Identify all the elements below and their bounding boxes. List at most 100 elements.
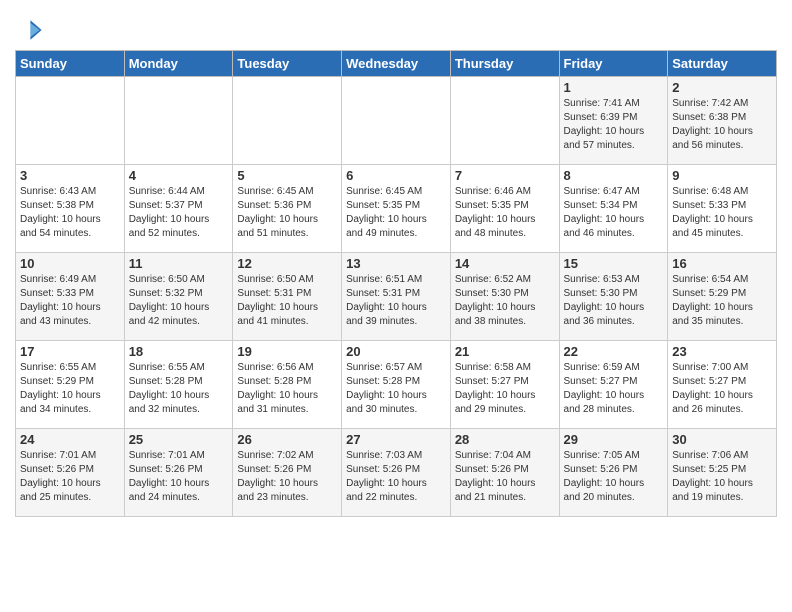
cell-content: Sunrise: 6:59 AMSunset: 5:27 PMDaylight:… [564, 361, 664, 417]
day-number: 12 [237, 256, 337, 271]
calendar-cell [450, 77, 559, 165]
calendar-cell: 20 Sunrise: 6:57 AMSunset: 5:28 PMDayligh… [342, 341, 451, 429]
cell-content: Sunrise: 6:50 AMSunset: 5:32 PMDaylight:… [129, 273, 229, 329]
calendar-cell: 6 Sunrise: 6:45 AMSunset: 5:35 PMDaylight… [342, 165, 451, 253]
calendar-cell: 23Sunrise: 7:00 AMSunset: 5:27 PMDayligh… [668, 341, 777, 429]
calendar-cell: 30 Sunrise: 7:06 AMSunset: 5:25 PMDayligh… [668, 429, 777, 517]
cell-content: Sunrise: 7:41 AMSunset: 6:39 PMDaylight:… [564, 97, 664, 153]
day-number: 10 [20, 256, 120, 271]
calendar-cell: 8 Sunrise: 6:47 AMSunset: 5:34 PMDaylight… [559, 165, 668, 253]
cell-content: Sunrise: 7:06 AMSunset: 5:25 PMDaylight:… [672, 449, 772, 505]
calendar-week-5: 24 Sunrise: 7:01 AMSunset: 5:26 PMDayligh… [16, 429, 777, 517]
cell-content: Sunrise: 6:44 AMSunset: 5:37 PMDaylight:… [129, 185, 229, 241]
calendar-week-3: 10 Sunrise: 6:49 AMSunset: 5:33 PMDayligh… [16, 253, 777, 341]
logo-icon [15, 16, 43, 44]
day-number: 6 [346, 168, 446, 183]
calendar-cell: 24 Sunrise: 7:01 AMSunset: 5:26 PMDayligh… [16, 429, 125, 517]
cell-content: Sunrise: 6:45 AMSunset: 5:36 PMDaylight:… [237, 185, 337, 241]
day-number: 21 [455, 344, 555, 359]
day-number: 15 [564, 256, 664, 271]
calendar-cell: 27Sunrise: 7:03 AMSunset: 5:26 PMDayligh… [342, 429, 451, 517]
calendar-cell [124, 77, 233, 165]
calendar-cell: 19 Sunrise: 6:56 AMSunset: 5:28 PMDayligh… [233, 341, 342, 429]
day-number: 20 [346, 344, 446, 359]
weekday-header-wednesday: Wednesday [342, 51, 451, 77]
logo [15, 16, 47, 44]
calendar-cell: 16 Sunrise: 6:54 AMSunset: 5:29 PMDayligh… [668, 253, 777, 341]
cell-content: Sunrise: 6:55 AMSunset: 5:28 PMDaylight:… [129, 361, 229, 417]
calendar-cell: 17 Sunrise: 6:55 AMSunset: 5:29 PMDayligh… [16, 341, 125, 429]
page-container: SundayMondayTuesdayWednesdayThursdayFrid… [0, 0, 792, 527]
day-number: 26 [237, 432, 337, 447]
day-number: 29 [564, 432, 664, 447]
cell-content: Sunrise: 6:57 AMSunset: 5:28 PMDaylight:… [346, 361, 446, 417]
cell-content: Sunrise: 6:56 AMSunset: 5:28 PMDaylight:… [237, 361, 337, 417]
day-number: 13 [346, 256, 446, 271]
calendar-cell: 21 Sunrise: 6:58 AMSunset: 5:27 PMDayligh… [450, 341, 559, 429]
calendar-table: SundayMondayTuesdayWednesdayThursdayFrid… [15, 50, 777, 517]
calendar-cell: 3Sunrise: 6:43 AMSunset: 5:38 PMDaylight… [16, 165, 125, 253]
cell-content: Sunrise: 7:42 AMSunset: 6:38 PMDaylight:… [672, 97, 772, 153]
day-number: 4 [129, 168, 229, 183]
calendar-cell: 2 Sunrise: 7:42 AMSunset: 6:38 PMDaylight… [668, 77, 777, 165]
day-number: 30 [672, 432, 772, 447]
cell-content: Sunrise: 7:01 AMSunset: 5:26 PMDaylight:… [129, 449, 229, 505]
day-number: 7 [455, 168, 555, 183]
calendar-cell [233, 77, 342, 165]
day-number: 11 [129, 256, 229, 271]
cell-content: Sunrise: 6:51 AMSunset: 5:31 PMDaylight:… [346, 273, 446, 329]
cell-content: Sunrise: 6:47 AMSunset: 5:34 PMDaylight:… [564, 185, 664, 241]
day-number: 18 [129, 344, 229, 359]
cell-content: Sunrise: 6:55 AMSunset: 5:29 PMDaylight:… [20, 361, 120, 417]
cell-content: Sunrise: 6:54 AMSunset: 5:29 PMDaylight:… [672, 273, 772, 329]
day-number: 24 [20, 432, 120, 447]
calendar-cell: 4 Sunrise: 6:44 AMSunset: 5:37 PMDaylight… [124, 165, 233, 253]
calendar-cell: 5Sunrise: 6:45 AMSunset: 5:36 PMDaylight… [233, 165, 342, 253]
cell-content: Sunrise: 6:45 AMSunset: 5:35 PMDaylight:… [346, 185, 446, 241]
cell-content: Sunrise: 7:04 AMSunset: 5:26 PMDaylight:… [455, 449, 555, 505]
calendar-week-2: 3Sunrise: 6:43 AMSunset: 5:38 PMDaylight… [16, 165, 777, 253]
day-number: 19 [237, 344, 337, 359]
cell-content: Sunrise: 7:03 AMSunset: 5:26 PMDaylight:… [346, 449, 446, 505]
day-number: 14 [455, 256, 555, 271]
calendar-cell [16, 77, 125, 165]
day-number: 17 [20, 344, 120, 359]
day-number: 28 [455, 432, 555, 447]
cell-content: Sunrise: 6:50 AMSunset: 5:31 PMDaylight:… [237, 273, 337, 329]
cell-content: Sunrise: 6:52 AMSunset: 5:30 PMDaylight:… [455, 273, 555, 329]
day-number: 2 [672, 80, 772, 95]
cell-content: Sunrise: 6:49 AMSunset: 5:33 PMDaylight:… [20, 273, 120, 329]
calendar-cell: 26 Sunrise: 7:02 AMSunset: 5:26 PMDayligh… [233, 429, 342, 517]
weekday-header-friday: Friday [559, 51, 668, 77]
cell-content: Sunrise: 6:53 AMSunset: 5:30 PMDaylight:… [564, 273, 664, 329]
page-header [15, 10, 777, 44]
calendar-week-4: 17 Sunrise: 6:55 AMSunset: 5:29 PMDayligh… [16, 341, 777, 429]
calendar-cell: 18 Sunrise: 6:55 AMSunset: 5:28 PMDayligh… [124, 341, 233, 429]
day-number: 22 [564, 344, 664, 359]
calendar-cell: 29 Sunrise: 7:05 AMSunset: 5:26 PMDayligh… [559, 429, 668, 517]
calendar-cell: 11 Sunrise: 6:50 AMSunset: 5:32 PMDayligh… [124, 253, 233, 341]
cell-content: Sunrise: 7:05 AMSunset: 5:26 PMDaylight:… [564, 449, 664, 505]
weekday-header-saturday: Saturday [668, 51, 777, 77]
calendar-cell: 12 Sunrise: 6:50 AMSunset: 5:31 PMDayligh… [233, 253, 342, 341]
calendar-cell: 15 Sunrise: 6:53 AMSunset: 5:30 PMDayligh… [559, 253, 668, 341]
cell-content: Sunrise: 6:43 AMSunset: 5:38 PMDaylight:… [20, 185, 120, 241]
cell-content: Sunrise: 7:00 AMSunset: 5:27 PMDaylight:… [672, 361, 772, 417]
calendar-cell: 10 Sunrise: 6:49 AMSunset: 5:33 PMDayligh… [16, 253, 125, 341]
calendar-cell: 13 Sunrise: 6:51 AMSunset: 5:31 PMDayligh… [342, 253, 451, 341]
calendar-cell: 22 Sunrise: 6:59 AMSunset: 5:27 PMDayligh… [559, 341, 668, 429]
cell-content: Sunrise: 7:01 AMSunset: 5:26 PMDaylight:… [20, 449, 120, 505]
cell-content: Sunrise: 6:58 AMSunset: 5:27 PMDaylight:… [455, 361, 555, 417]
day-number: 8 [564, 168, 664, 183]
calendar-body: 1Sunrise: 7:41 AMSunset: 6:39 PMDaylight… [16, 77, 777, 517]
day-number: 16 [672, 256, 772, 271]
calendar-cell: 7Sunrise: 6:46 AMSunset: 5:35 PMDaylight… [450, 165, 559, 253]
calendar-cell: 28 Sunrise: 7:04 AMSunset: 5:26 PMDayligh… [450, 429, 559, 517]
calendar-week-1: 1Sunrise: 7:41 AMSunset: 6:39 PMDaylight… [16, 77, 777, 165]
day-number: 9 [672, 168, 772, 183]
calendar-cell: 14 Sunrise: 6:52 AMSunset: 5:30 PMDayligh… [450, 253, 559, 341]
cell-content: Sunrise: 7:02 AMSunset: 5:26 PMDaylight:… [237, 449, 337, 505]
weekday-header-thursday: Thursday [450, 51, 559, 77]
weekday-header-tuesday: Tuesday [233, 51, 342, 77]
calendar-cell [342, 77, 451, 165]
